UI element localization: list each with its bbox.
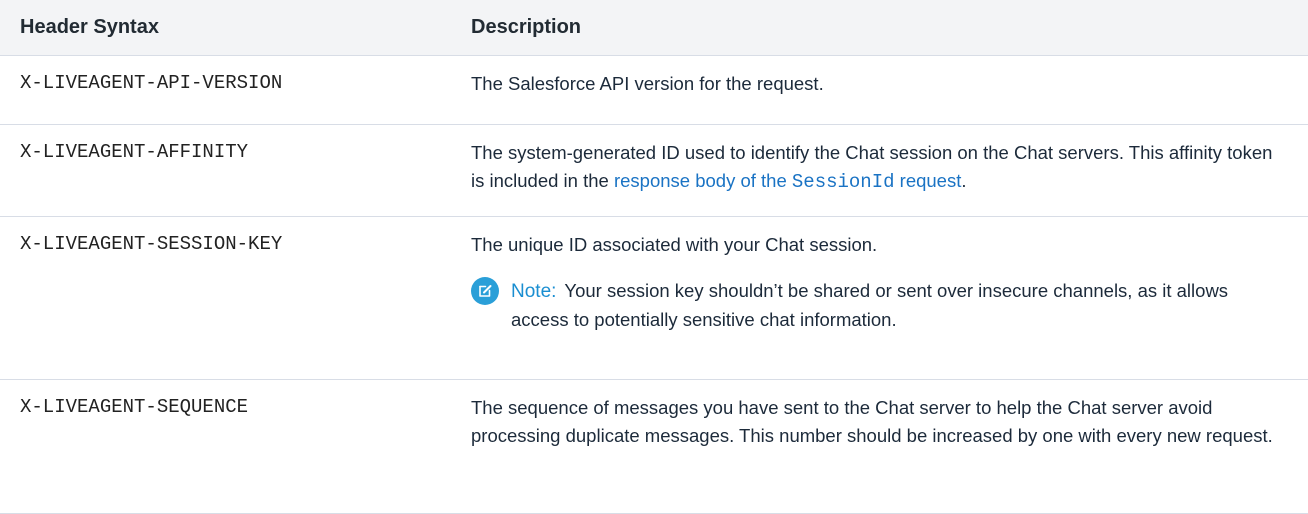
column-header-syntax: Header Syntax — [0, 0, 451, 56]
description-text: The unique ID associated with your Chat … — [471, 234, 878, 255]
header-syntax-cell: X-LIVEAGENT-SESSION-KEY — [0, 216, 451, 380]
note-text: Your session key shouldn’t be shared or … — [511, 280, 1229, 330]
table-row: X-LIVEAGENT-SEQUENCE The sequence of mes… — [0, 379, 1308, 514]
header-syntax-cell: X-LIVEAGENT-API-VERSION — [0, 55, 451, 125]
description-cell: The Salesforce API version for the reque… — [451, 55, 1308, 125]
table-header-row: Header Syntax Description — [0, 0, 1308, 56]
edit-note-icon — [471, 277, 499, 305]
note-label: Note: — [511, 281, 557, 302]
description-cell: The system-generated ID used to identify… — [451, 124, 1308, 217]
column-header-description: Description — [451, 0, 1308, 56]
description-text: The Salesforce API version for the reque… — [471, 73, 824, 94]
note-callout: Note: Your session key shouldn’t be share… — [471, 277, 1288, 334]
note-body: Note: Your session key shouldn’t be share… — [511, 277, 1288, 334]
description-cell: The sequence of messages you have sent t… — [451, 379, 1308, 514]
table-row: X-LIVEAGENT-SESSION-KEY The unique ID as… — [0, 216, 1308, 380]
session-id-response-link[interactable]: response body of the SessionId request — [613, 170, 962, 193]
description-text: The system-generated ID used to identify… — [471, 139, 1288, 196]
link-code: SessionId — [791, 171, 895, 193]
header-syntax-cell: X-LIVEAGENT-AFFINITY — [0, 124, 451, 217]
table-row: X-LIVEAGENT-AFFINITY The system-generate… — [0, 124, 1308, 217]
description-cell: The unique ID associated with your Chat … — [451, 216, 1308, 380]
description-text: The sequence of messages you have sent t… — [471, 397, 1273, 446]
header-syntax-cell: X-LIVEAGENT-SEQUENCE — [0, 379, 451, 514]
description-text-after-link: . — [961, 170, 967, 191]
link-text-after-code: request — [894, 170, 962, 191]
link-text-before-code: response body of the — [613, 170, 792, 191]
table-row: X-LIVEAGENT-API-VERSION The Salesforce A… — [0, 55, 1308, 125]
header-syntax-table: Header Syntax Description X-LIVEAGENT-AP… — [0, 0, 1308, 514]
